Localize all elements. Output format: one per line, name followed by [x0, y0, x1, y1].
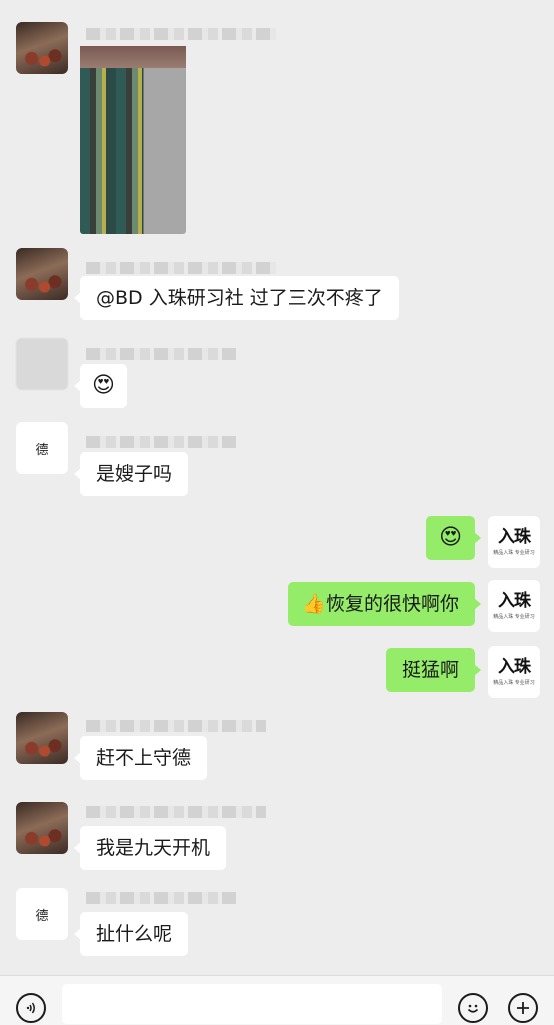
sender-avatar[interactable] — [16, 802, 68, 854]
avatar-text: 德 — [35, 442, 49, 458]
sender-avatar[interactable] — [16, 22, 68, 74]
message-bubble[interactable]: 我是九天开机 — [73, 826, 227, 870]
sender-name-blurred — [86, 262, 276, 274]
message-text: 赶不上守德 — [96, 747, 192, 769]
brand-logo-subtext: 精品入珠 专业研习 — [493, 613, 535, 620]
message-bubble[interactable]: 挺猛啊 — [385, 648, 482, 692]
thumbs-up-icon: 👍 — [302, 593, 326, 615]
avatar-text: 德 — [35, 908, 49, 924]
plus-icon-glyph — [517, 1002, 529, 1014]
message-text: 是嫂子吗 — [96, 463, 173, 485]
voice-icon-glyph — [26, 1002, 35, 1014]
voice-icon[interactable] — [16, 993, 46, 1023]
sender-name-blurred — [86, 892, 236, 904]
message-bubble[interactable]: 扯什么呢 — [73, 912, 189, 956]
self-avatar[interactable]: 入珠 精品入珠 专业研习 — [488, 646, 540, 698]
self-avatar[interactable]: 入珠 精品入珠 专业研习 — [488, 516, 540, 568]
message-text: 恢复的很快啊你 — [325, 593, 459, 615]
message-bubble[interactable]: 赶不上守德 — [73, 736, 208, 780]
sender-avatar[interactable]: 德 — [16, 422, 68, 474]
brand-logo-text: 入珠 — [498, 526, 531, 547]
message-text: 挺猛啊 — [401, 659, 459, 681]
sender-avatar[interactable] — [16, 338, 68, 390]
message-bubble[interactable]: 👍恢复的很快啊你 — [288, 582, 481, 626]
emoji-message: 😍 — [439, 525, 462, 550]
message-bubble[interactable]: 😍 — [426, 516, 481, 560]
plus-icon[interactable] — [508, 993, 538, 1023]
message-text: 我是九天开机 — [96, 837, 211, 859]
message-text: 扯什么呢 — [96, 923, 173, 945]
emoji-message: 😍 — [92, 373, 115, 398]
brand-logo-subtext: 精品入珠 专业研习 — [493, 549, 535, 556]
image-message[interactable] — [80, 46, 186, 234]
sender-name-blurred — [86, 806, 266, 818]
message-bubble[interactable]: @BD 入珠研习社 过了三次不疼了 — [74, 276, 399, 320]
sender-avatar[interactable]: 德 — [16, 888, 68, 940]
emoji-icon-glyph — [467, 1004, 479, 1013]
sender-name-blurred — [86, 348, 236, 360]
sender-name-blurred — [86, 28, 276, 40]
sender-avatar[interactable] — [16, 712, 68, 764]
self-avatar[interactable]: 入珠 精品入珠 专业研习 — [488, 580, 540, 632]
message-text: @BD 入珠研习社 过了三次不疼了 — [96, 287, 383, 309]
message-bubble[interactable]: 😍 — [74, 364, 127, 408]
emoji-icon[interactable] — [458, 993, 488, 1023]
message-input[interactable] — [62, 984, 442, 1024]
sender-avatar[interactable] — [16, 248, 68, 300]
brand-logo-subtext: 精品入珠 专业研习 — [493, 679, 535, 686]
brand-logo-text: 入珠 — [498, 656, 531, 677]
brand-logo-text: 入珠 — [498, 590, 531, 611]
sender-name-blurred — [86, 436, 236, 448]
message-bubble[interactable]: 是嫂子吗 — [73, 452, 189, 496]
sender-name-blurred — [86, 720, 266, 732]
